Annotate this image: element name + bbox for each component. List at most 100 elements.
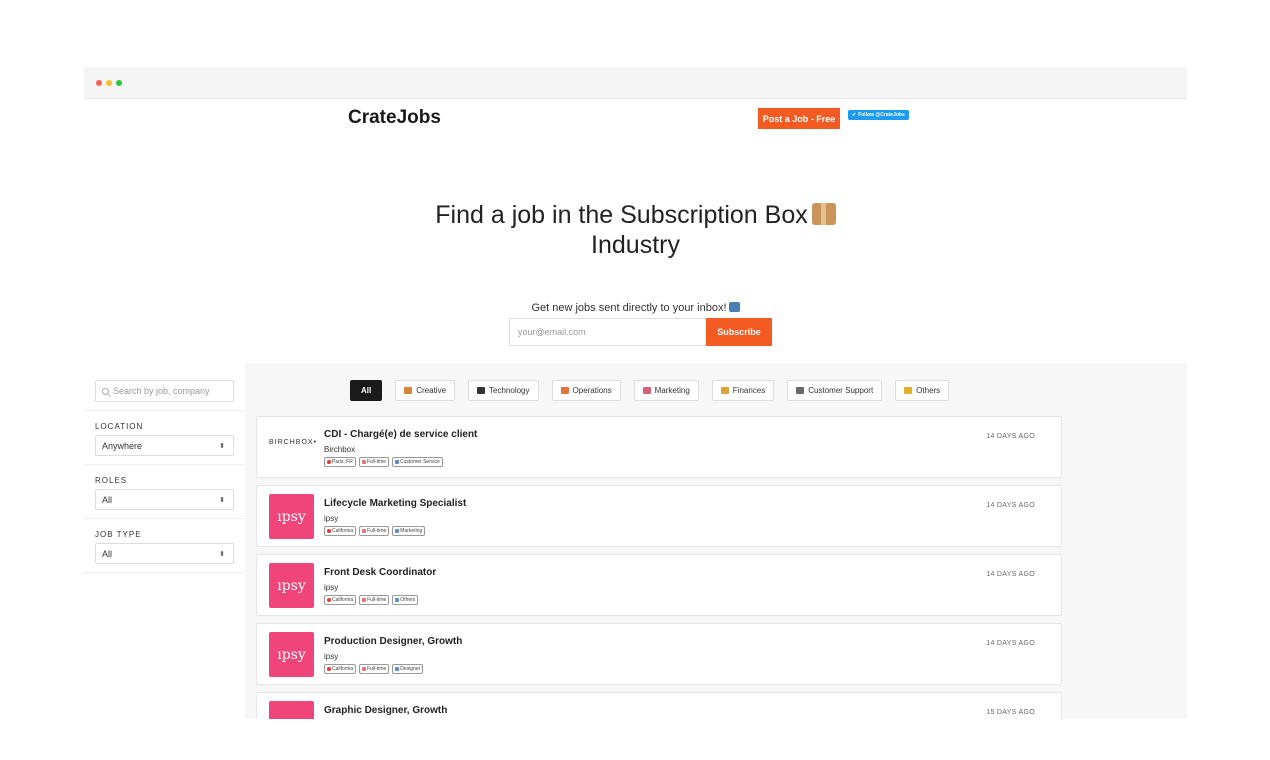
company-logo: ıpsy bbox=[269, 563, 314, 608]
job-date: 14 DAYS AGO bbox=[986, 502, 1035, 509]
roles-select[interactable]: All ⬍ bbox=[95, 489, 234, 510]
role-tag: Others bbox=[392, 595, 419, 605]
tag-text: Full-time bbox=[367, 597, 387, 603]
post-job-button[interactable]: Post a Job - Free bbox=[758, 108, 840, 129]
chart-icon bbox=[642, 387, 651, 394]
job-card[interactable]: Graphic Designer, Growth 15 DAYS AGO bbox=[256, 692, 1062, 719]
tag-text: Full-time bbox=[367, 666, 387, 672]
role-tag: Customer Service bbox=[392, 457, 443, 467]
pin-icon bbox=[327, 667, 331, 671]
search-input[interactable] bbox=[113, 386, 233, 396]
tag-text: Full-time bbox=[367, 528, 387, 534]
newsletter-label-text: Get new jobs sent directly to your inbox… bbox=[531, 302, 727, 314]
package-icon bbox=[811, 203, 836, 225]
category-technology[interactable]: Technology bbox=[468, 380, 539, 401]
category-label: Operations bbox=[572, 386, 612, 395]
creative-icon bbox=[404, 387, 413, 394]
email-input[interactable] bbox=[509, 318, 706, 346]
job-tags: California Full-time Others bbox=[324, 595, 419, 605]
laptop-icon bbox=[477, 387, 486, 394]
job-date: 14 DAYS AGO bbox=[986, 640, 1035, 647]
category-label: Technology bbox=[489, 386, 530, 395]
newsletter-label: Get new jobs sent directly to your inbox… bbox=[84, 302, 1187, 314]
job-title[interactable]: Lifecycle Marketing Specialist bbox=[324, 498, 466, 509]
browser-window: CrateJobs Post a Job - Free ✔ Follow @Cr… bbox=[84, 67, 1187, 719]
window-titlebar bbox=[84, 67, 1187, 99]
company-logo: ıpsy bbox=[269, 632, 314, 677]
job-list: BIRCHBOX• CDI - Chargé(e) de service cli… bbox=[256, 416, 1062, 719]
tag-text: Full-time bbox=[366, 459, 387, 465]
person-icon bbox=[395, 667, 400, 671]
money-icon bbox=[720, 387, 729, 394]
brand-logo[interactable]: CrateJobs bbox=[348, 107, 441, 129]
select-arrows-icon: ⬍ bbox=[219, 442, 225, 450]
tag-text: Others bbox=[400, 597, 416, 603]
job-company: ipsy bbox=[324, 583, 339, 592]
job-card[interactable]: ıpsy Production Designer, Growth ipsy Ca… bbox=[256, 623, 1062, 685]
maximize-window-icon[interactable] bbox=[116, 79, 122, 86]
minimize-window-icon[interactable] bbox=[106, 79, 112, 86]
category-label: Others bbox=[916, 386, 941, 395]
jobtype-select[interactable]: All ⬍ bbox=[95, 543, 234, 564]
type-tag: Full-time bbox=[359, 526, 390, 536]
job-title[interactable]: CDI - Chargé(e) de service client bbox=[324, 429, 477, 440]
company-logo bbox=[269, 701, 314, 719]
category-tabs: All Creative Technology Operations Marke… bbox=[350, 380, 950, 401]
job-tags: Paris, FR Full-time Customer Service bbox=[324, 457, 443, 467]
hero-line-2: Industry bbox=[591, 231, 680, 259]
type-tag: Full-time bbox=[358, 457, 390, 467]
category-operations[interactable]: Operations bbox=[551, 380, 621, 401]
location-select[interactable]: Anywhere ⬍ bbox=[95, 435, 234, 456]
search-box[interactable] bbox=[95, 380, 234, 402]
twitter-follow-button[interactable]: ✔ Follow @CrateJobs bbox=[848, 110, 909, 120]
job-title[interactable]: Graphic Designer, Growth bbox=[324, 705, 447, 716]
location-filter: LOCATION Anywhere ⬍ bbox=[84, 410, 245, 464]
category-label: Customer Support bbox=[808, 386, 874, 395]
job-card[interactable]: ıpsy Lifecycle Marketing Specialist ipsy… bbox=[256, 485, 1062, 547]
close-window-icon[interactable] bbox=[96, 79, 102, 86]
category-finances[interactable]: Finances bbox=[711, 380, 775, 401]
pin-icon bbox=[327, 529, 331, 533]
jobtype-label: JOB TYPE bbox=[95, 530, 142, 539]
job-tags: California Full-time Marketing bbox=[324, 526, 426, 536]
job-card[interactable]: BIRCHBOX• CDI - Chargé(e) de service cli… bbox=[256, 416, 1062, 478]
role-tag: Designer bbox=[392, 664, 424, 674]
job-date: 14 DAYS AGO bbox=[986, 433, 1035, 440]
job-title[interactable]: Front Desk Coordinator bbox=[324, 567, 436, 578]
job-company: ipsy bbox=[324, 652, 339, 661]
person-icon bbox=[395, 529, 400, 533]
category-creative[interactable]: Creative bbox=[395, 380, 456, 401]
jobtype-value: All bbox=[102, 548, 113, 559]
category-customer-support[interactable]: Customer Support bbox=[787, 380, 883, 401]
select-arrows-icon: ⬍ bbox=[219, 550, 225, 558]
subscribe-button[interactable]: Subscribe bbox=[706, 318, 772, 346]
roles-value: All bbox=[102, 494, 113, 505]
mailbox-icon bbox=[728, 302, 740, 312]
tag-text: California bbox=[332, 597, 354, 603]
type-tag: Full-time bbox=[359, 664, 390, 674]
location-tag: California bbox=[324, 664, 357, 674]
category-label: Creative bbox=[416, 386, 447, 395]
role-tag: Marketing bbox=[392, 526, 426, 536]
pin-icon bbox=[327, 598, 331, 602]
category-others[interactable]: Others bbox=[895, 380, 950, 401]
location-label: LOCATION bbox=[95, 422, 144, 431]
category-all[interactable]: All bbox=[350, 380, 383, 401]
job-card[interactable]: ıpsy Front Desk Coordinator ipsy Califor… bbox=[256, 554, 1062, 616]
person-icon bbox=[395, 598, 400, 602]
job-company: Birchbox bbox=[324, 445, 356, 454]
job-date: 15 DAYS AGO bbox=[986, 709, 1035, 716]
location-tag: Paris, FR bbox=[324, 457, 356, 467]
job-date: 14 DAYS AGO bbox=[986, 571, 1035, 578]
roles-label: ROLES bbox=[95, 476, 128, 485]
job-tags: California Full-time Designer bbox=[324, 664, 424, 674]
calendar-icon bbox=[362, 598, 367, 602]
tag-text: California bbox=[332, 666, 354, 672]
category-marketing[interactable]: Marketing bbox=[633, 380, 699, 401]
location-tag: California bbox=[324, 595, 357, 605]
person-icon bbox=[904, 387, 913, 394]
truck-icon bbox=[560, 387, 569, 394]
category-label: All bbox=[361, 386, 372, 395]
job-title[interactable]: Production Designer, Growth bbox=[324, 636, 462, 647]
twitter-bird-icon: ✔ bbox=[852, 112, 857, 118]
